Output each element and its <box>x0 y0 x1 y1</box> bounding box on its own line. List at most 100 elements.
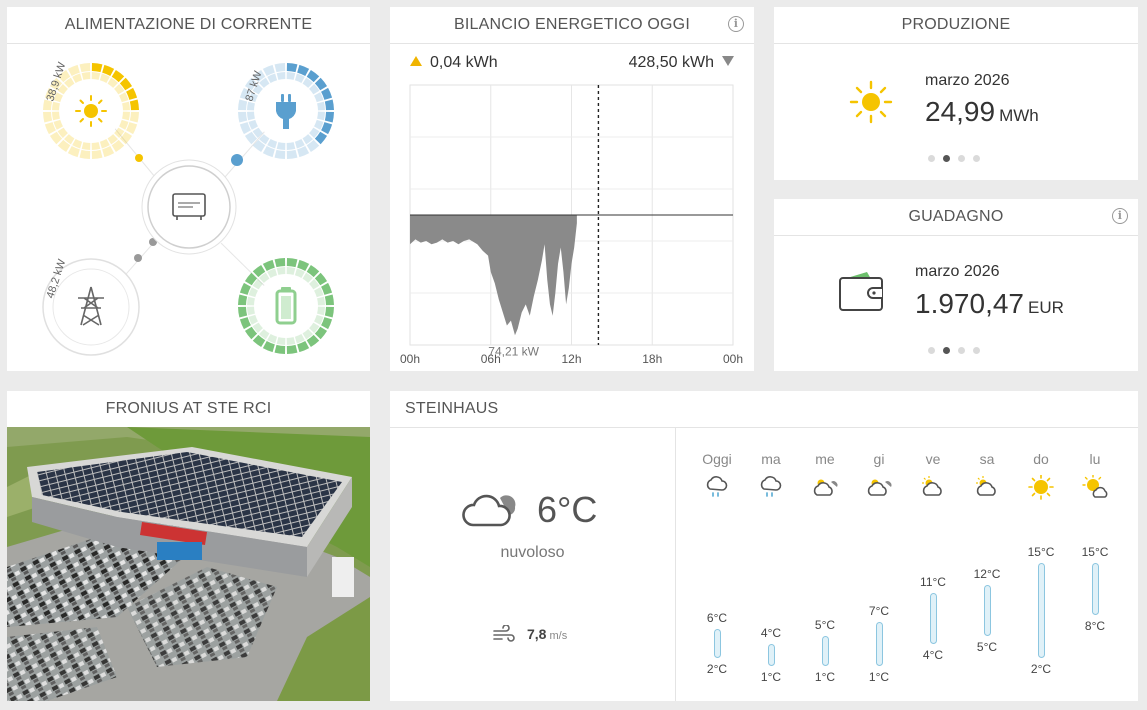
pv-node[interactable]: 38,9 kW <box>43 60 139 159</box>
production-card[interactable]: PRODUZIONE marzo 2026 24,99 MWh <box>774 7 1138 180</box>
production-unit: MWh <box>999 106 1039 125</box>
battery-ring-segment <box>317 296 325 306</box>
pager-dot[interactable] <box>928 155 935 162</box>
grid-ring-segment <box>314 119 324 130</box>
pv-ring-segment <box>99 139 110 149</box>
pv-ring-segment <box>91 149 103 159</box>
grid-flow-dot <box>231 154 243 166</box>
sun-icon <box>849 80 893 124</box>
grid-ring-segment <box>274 149 286 159</box>
battery-ring-segment <box>238 306 248 318</box>
weather-divider <box>675 428 676 701</box>
pv-flow-dot <box>135 154 143 162</box>
chart-x-tick: 12h <box>561 352 581 366</box>
battery-ring-segment <box>274 258 286 268</box>
consumed-triangle-icon <box>722 56 734 66</box>
temperature-range-bar <box>983 585 991 637</box>
forecast-day-label: gi <box>873 451 885 467</box>
yield-pager[interactable] <box>928 347 980 354</box>
temperature-range-bar <box>767 643 775 666</box>
pv-ring-segment <box>79 63 91 73</box>
info-icon[interactable]: i <box>1112 208 1128 224</box>
forecast-low-temp: 1°C <box>814 669 836 684</box>
battery-ring-segment <box>286 267 296 275</box>
grid-ring-segment <box>314 92 324 103</box>
battery-ring-segment <box>247 306 255 316</box>
battery-ring-segment <box>248 287 258 298</box>
system-aerial-photo <box>7 427 370 701</box>
rain-icon <box>760 476 782 497</box>
forecast-high-temp: 4°C <box>760 625 782 640</box>
battery-ring-segment <box>267 268 278 278</box>
sunny-cloud-icon <box>1082 475 1108 498</box>
produced-triangle-icon <box>410 56 422 66</box>
pv-ring-segment <box>72 73 83 83</box>
battery-ring-segment <box>267 334 278 344</box>
production-month: marzo 2026 <box>925 72 1010 89</box>
power-flow-card: ALIMENTAZIONE DI CORRENTE 38,9 kW 87 kW … <box>7 7 370 371</box>
production-value: 24,99 MWh <box>925 96 1039 128</box>
pager-dot-active[interactable] <box>943 347 950 354</box>
production-title: PRODUZIONE <box>774 7 1138 44</box>
weather-card: STEINHAUS 6°C nuvoloso 7,8 m/s Oggi 6°C 2°C… <box>390 391 1138 701</box>
battery-node[interactable] <box>238 258 334 354</box>
grid-ring-segment <box>324 99 334 111</box>
system-photo-card[interactable]: FRONIUS AT STE RCI <box>7 391 370 701</box>
yield-unit: EUR <box>1028 298 1064 317</box>
battery-ring-segment <box>286 344 298 354</box>
battery-ring-segment <box>274 344 286 354</box>
energy-balance-card: BILANCIO ENERGETICO OGGI i 0,04 kWh 428,… <box>390 7 754 371</box>
pv-ring-segment <box>99 73 110 83</box>
partly-cloudy-dark-icon <box>813 479 838 496</box>
yield-month: marzo 2026 <box>915 263 1000 280</box>
battery-ring-segment <box>324 306 334 318</box>
pager-dot-active[interactable] <box>943 155 950 162</box>
battery-ring-segment <box>248 314 258 325</box>
temperature-range-bar <box>1091 563 1099 615</box>
production-value-number: 24,99 <box>925 96 996 127</box>
temperature-range-bar <box>875 621 883 666</box>
grid-node[interactable]: 87 kW <box>238 63 334 159</box>
pv-ring-segment <box>43 111 53 123</box>
grid-ring-segment <box>324 111 334 123</box>
energy-balance-chart[interactable]: 74,21 kW00h 06h 12h 18h 00h <box>390 77 754 371</box>
consumed-energy-value: 428,50 kWh <box>628 54 714 71</box>
wind-speed-unit: m/s <box>549 630 568 642</box>
grid-ring-segment <box>294 139 305 149</box>
temperature-range-bar <box>1037 563 1045 659</box>
yield-title: GUADAGNO i <box>774 199 1138 236</box>
pager-dot[interactable] <box>973 347 980 354</box>
grid-ring-segment <box>317 111 325 121</box>
forecast-low-temp: 2°C <box>706 662 728 677</box>
forecast-low-temp: 4°C <box>922 647 944 662</box>
battery-ring-segment <box>247 296 255 306</box>
battery-ring-segment <box>294 334 305 344</box>
battery-ring-segment <box>314 287 324 298</box>
grid-ring-segment <box>286 72 296 80</box>
wind-speed: 7,8 m/s <box>527 626 567 642</box>
pager-dot[interactable] <box>973 155 980 162</box>
inverter-node[interactable] <box>141 159 237 255</box>
temperature-range-bar <box>713 629 721 659</box>
rain-icon <box>706 476 728 497</box>
info-icon[interactable]: i <box>728 16 744 32</box>
production-pager[interactable] <box>928 155 980 162</box>
partly-cloudy-icon <box>922 476 942 496</box>
yield-card[interactable]: GUADAGNO i marzo 2026 1.970,47 EUR <box>774 199 1138 371</box>
power-flow-diagram: 38,9 kW 87 kW 48,2 kW <box>42 60 334 356</box>
sun-icon <box>75 95 107 127</box>
forecast-low-temp: 5°C <box>976 640 998 655</box>
forecast-day-label: Oggi <box>702 451 732 467</box>
forecast-low-temp: 1°C <box>760 669 782 684</box>
pv-ring-segment <box>129 99 139 111</box>
pv-ring-segment <box>129 111 139 123</box>
pv-ring-segment <box>119 92 129 103</box>
grid-ring-segment <box>267 73 278 83</box>
pager-dot[interactable] <box>928 347 935 354</box>
pager-dot[interactable] <box>958 155 965 162</box>
grid-ring-segment <box>286 149 298 159</box>
load-node[interactable]: 48,2 kW <box>42 257 140 356</box>
pager-dot[interactable] <box>958 347 965 354</box>
yield-value-number: 1.970,47 <box>915 288 1024 319</box>
forecast-day-label: sa <box>979 451 995 467</box>
